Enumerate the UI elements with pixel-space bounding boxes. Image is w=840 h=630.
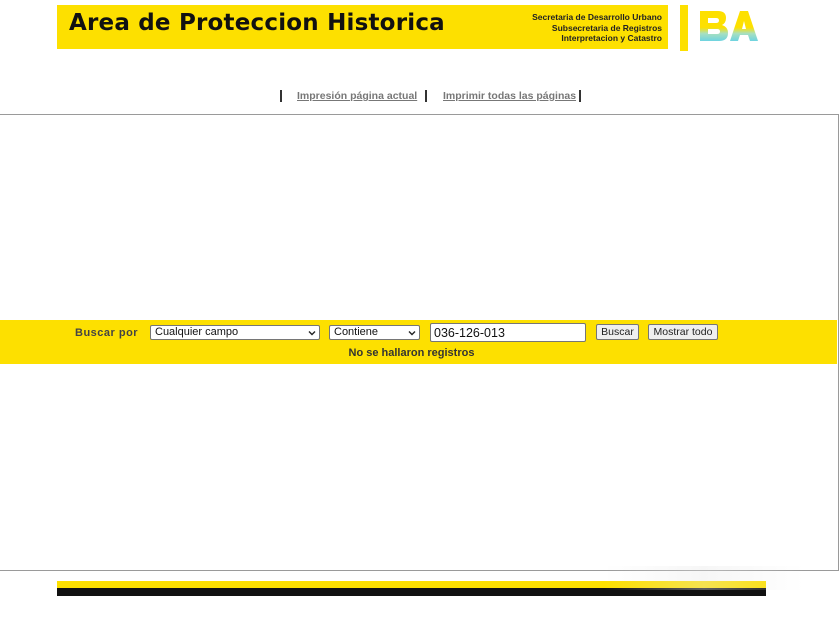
show-all-button[interactable]: Mostrar todo xyxy=(648,324,718,340)
header-divider-stripe xyxy=(680,5,688,51)
print-all-pages-link[interactable]: Imprimir todas las páginas xyxy=(443,90,576,102)
search-field-select[interactable]: Cualquier campo xyxy=(150,325,320,340)
search-input[interactable] xyxy=(430,323,586,342)
search-operator-selected: Contiene xyxy=(334,326,379,338)
header-banner: Area de Proteccion Historica Secretaria … xyxy=(57,5,668,49)
chevron-down-icon xyxy=(308,331,316,336)
header-subtitles: Secretaria de Desarrollo Urbano Subsecre… xyxy=(532,12,662,44)
chevron-down-icon xyxy=(408,331,416,336)
subtitle-secretaria: Secretaria de Desarrollo Urbano xyxy=(532,12,662,22)
separator xyxy=(280,90,282,102)
search-button[interactable]: Buscar xyxy=(596,324,639,340)
search-by-label: Buscar por xyxy=(75,327,139,339)
no-records-message: No se hallaron registros xyxy=(348,347,475,359)
print-current-page-link[interactable]: Impresión página actual xyxy=(297,90,417,102)
subtitle-subsecretaria: Subsecretaria de Registros xyxy=(551,22,662,33)
separator xyxy=(425,90,427,102)
search-bar: Buscar por Cualquier campo Contiene Busc… xyxy=(0,320,837,364)
print-links-bar: Impresión página actual Imprimir todas l… xyxy=(0,89,840,105)
search-field-selected: Cualquier campo xyxy=(155,326,239,338)
ba-logo xyxy=(700,11,758,41)
page-title: Area de Proteccion Historica xyxy=(69,10,445,36)
search-operator-select[interactable]: Contiene xyxy=(329,325,420,340)
separator xyxy=(579,90,581,102)
footer-watermark xyxy=(604,566,804,590)
subtitle-interpretacion: Interpretacion y Catastro xyxy=(561,33,662,43)
